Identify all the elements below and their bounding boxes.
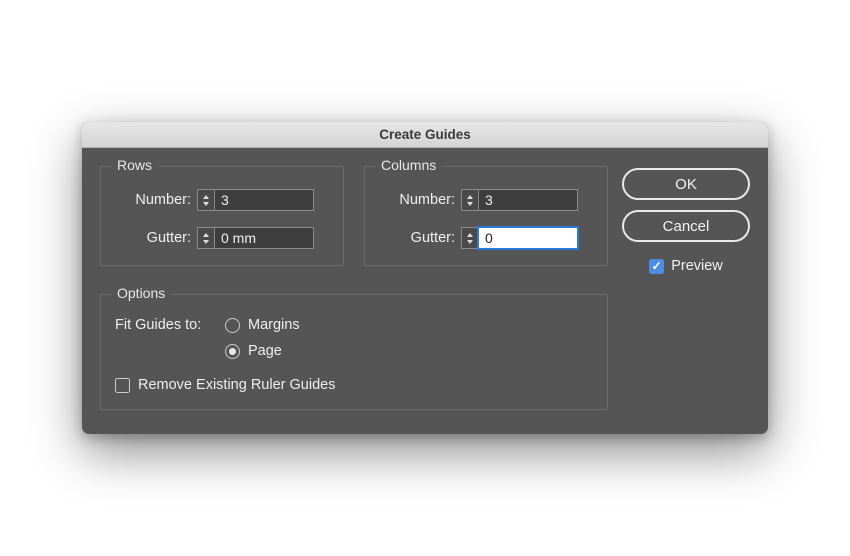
dialog-titlebar: Create Guides <box>82 122 768 148</box>
rows-gutter-input[interactable] <box>214 227 314 249</box>
fit-page-row: Page <box>115 343 593 359</box>
dialog-content: Rows Number: Gutter: <box>82 148 768 434</box>
columns-gutter-label: Gutter: <box>379 230 455 246</box>
columns-fieldset: Columns Number: Gutter: <box>364 166 608 266</box>
chevron-up-icon <box>467 195 473 199</box>
rows-fieldset: Rows Number: Gutter: <box>100 166 344 266</box>
chevron-up-icon <box>203 195 209 199</box>
preview-row: Preview <box>622 258 750 274</box>
options-inner: Fit Guides to: Margins Page Remove Exist… <box>115 317 593 393</box>
rows-columns-row: Rows Number: Gutter: <box>100 166 608 266</box>
dialog-title: Create Guides <box>379 127 471 142</box>
remove-existing-label: Remove Existing Ruler Guides <box>138 377 335 393</box>
chevron-down-icon <box>203 202 209 206</box>
main-column: Rows Number: Gutter: <box>100 166 608 410</box>
columns-number-input[interactable] <box>478 189 578 211</box>
rows-number-stepper[interactable] <box>197 189 214 211</box>
options-legend: Options <box>111 285 171 301</box>
columns-gutter-row: Gutter: <box>379 227 593 249</box>
dialog-buttons: OK Cancel Preview <box>622 166 750 410</box>
columns-gutter-stepper[interactable] <box>461 227 478 249</box>
fit-guides-label: Fit Guides to: <box>115 317 217 333</box>
fit-page-radio[interactable] <box>225 344 240 359</box>
fit-margins-row: Fit Guides to: Margins <box>115 317 593 333</box>
chevron-down-icon <box>467 202 473 206</box>
options-fieldset: Options Fit Guides to: Margins Page <box>100 294 608 410</box>
create-guides-dialog: Create Guides Rows Number: <box>82 122 768 434</box>
columns-number-stepper[interactable] <box>461 189 478 211</box>
chevron-down-icon <box>467 240 473 244</box>
chevron-down-icon <box>203 240 209 244</box>
fit-margins-label: Margins <box>248 317 300 333</box>
columns-number-row: Number: <box>379 189 593 211</box>
columns-gutter-input[interactable] <box>478 227 578 249</box>
rows-gutter-label: Gutter: <box>115 230 191 246</box>
preview-label: Preview <box>671 258 723 274</box>
chevron-up-icon <box>203 233 209 237</box>
remove-existing-checkbox[interactable] <box>115 378 130 393</box>
remove-existing-row: Remove Existing Ruler Guides <box>115 377 593 393</box>
cancel-button[interactable]: Cancel <box>622 210 750 242</box>
rows-legend: Rows <box>111 157 158 173</box>
rows-gutter-row: Gutter: <box>115 227 329 249</box>
rows-number-row: Number: <box>115 189 329 211</box>
fit-page-label: Page <box>248 343 282 359</box>
columns-number-label: Number: <box>379 192 455 208</box>
preview-checkbox[interactable] <box>649 259 664 274</box>
rows-number-input[interactable] <box>214 189 314 211</box>
rows-number-label: Number: <box>115 192 191 208</box>
rows-gutter-stepper[interactable] <box>197 227 214 249</box>
fit-margins-radio[interactable] <box>225 318 240 333</box>
columns-legend: Columns <box>375 157 442 173</box>
chevron-up-icon <box>467 233 473 237</box>
ok-button[interactable]: OK <box>622 168 750 200</box>
